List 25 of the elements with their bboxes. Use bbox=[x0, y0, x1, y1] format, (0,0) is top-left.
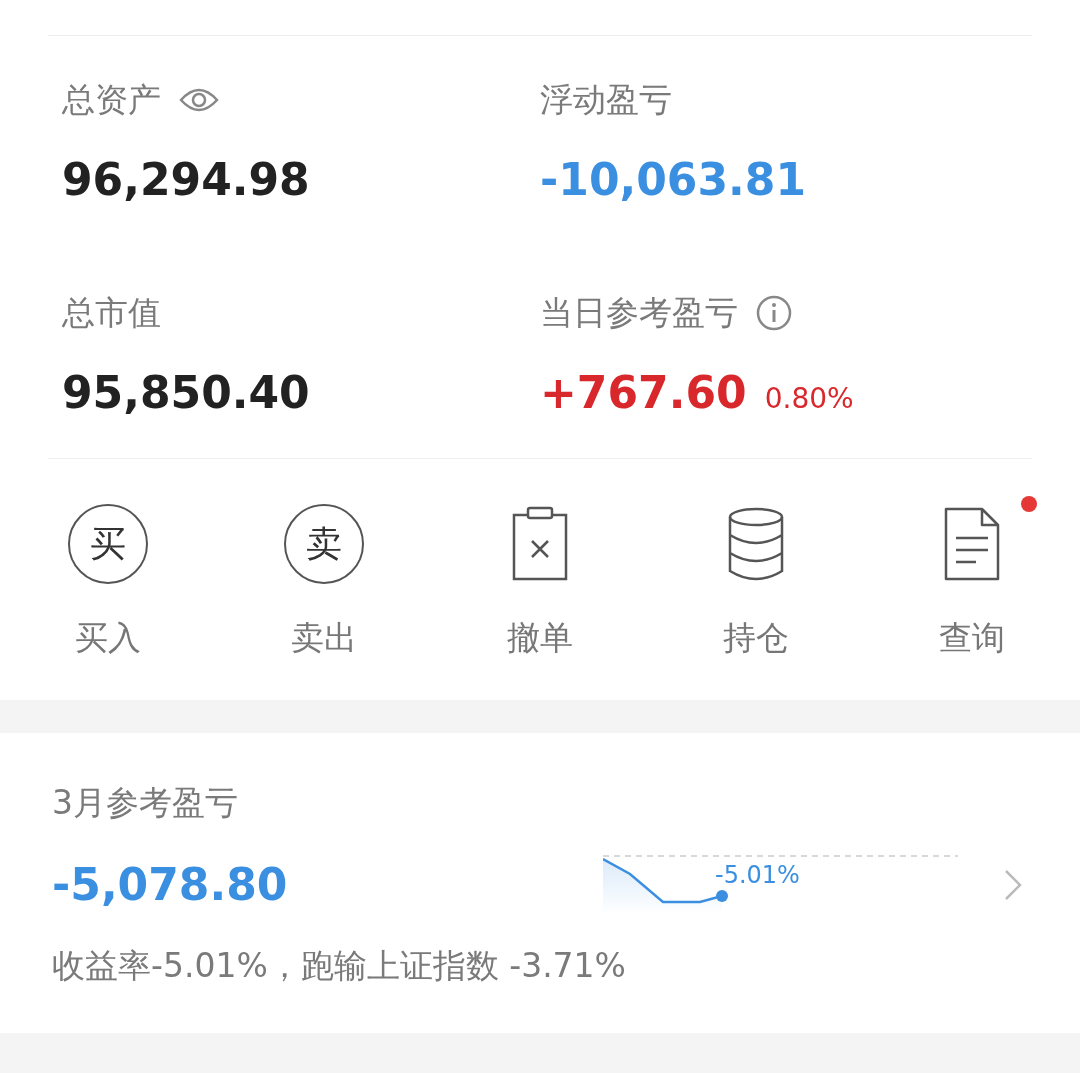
document-icon[interactable] bbox=[942, 506, 1002, 582]
circle-glyph-icon[interactable]: 卖 bbox=[284, 504, 364, 584]
action-label[interactable]: 卖出 bbox=[291, 616, 357, 660]
action-label[interactable]: 撤单 bbox=[507, 616, 573, 660]
stat-value: -10,063.81 bbox=[540, 153, 806, 207]
percent-change: 0.80% bbox=[764, 382, 854, 415]
sparkline-label: -5.01% bbox=[715, 861, 800, 889]
stat-value: 96,294.98 bbox=[62, 153, 310, 207]
eye-icon[interactable] bbox=[179, 86, 219, 114]
stat-value: 95,850.40 bbox=[62, 366, 310, 420]
month-label: 3月参考盈亏 bbox=[52, 782, 239, 824]
return-summary: 收益率-5.01%，跑输上证指数 -3.71% bbox=[52, 945, 627, 987]
action-label[interactable]: 持仓 bbox=[723, 616, 789, 660]
clipboard-icon[interactable] bbox=[510, 505, 570, 583]
stat-label: 总市值 bbox=[62, 292, 161, 334]
info-icon[interactable] bbox=[756, 295, 792, 331]
month-value: -5,078.80 bbox=[52, 858, 289, 912]
circle-glyph-icon[interactable]: 买 bbox=[68, 504, 148, 584]
stat-label: 当日参考盈亏 bbox=[540, 292, 738, 334]
stat-value: +767.60 bbox=[540, 366, 747, 420]
action-label[interactable]: 查询 bbox=[939, 616, 1005, 660]
action-label[interactable]: 买入 bbox=[75, 616, 141, 660]
stat-label: 浮动盈亏 bbox=[540, 79, 672, 121]
database-icon[interactable] bbox=[726, 507, 786, 581]
stat-label: 总资产 bbox=[62, 79, 161, 121]
